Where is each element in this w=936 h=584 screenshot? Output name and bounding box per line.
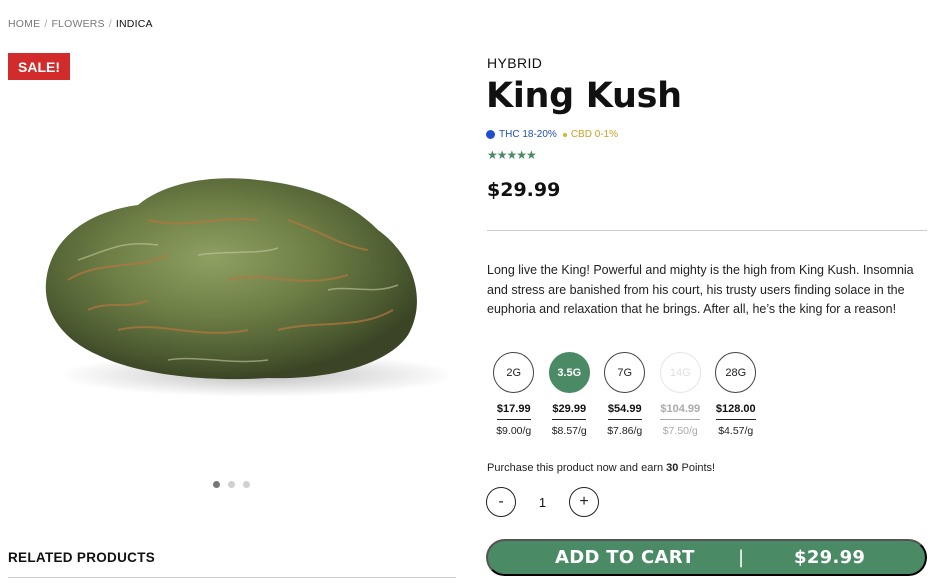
weight-price-per-gram: $7.50/g	[662, 425, 698, 437]
weight-option-3-5g: 3.5G $29.99 $8.57/g	[542, 352, 598, 437]
carousel-dots	[213, 481, 250, 488]
divider	[487, 230, 927, 231]
weight-price: $104.99	[660, 403, 701, 420]
weight-price: $29.99	[552, 403, 587, 420]
breadcrumb-separator: /	[44, 18, 48, 30]
weight-button: 14G	[659, 352, 701, 393]
add-to-cart-button[interactable]: ADD TO CART | $29.99	[486, 539, 927, 576]
breadcrumb-separator: /	[108, 18, 112, 30]
weight-option-14g: 14G $104.99 $7.50/g	[653, 352, 709, 437]
product-image[interactable]	[28, 160, 448, 410]
carousel-dot[interactable]	[228, 481, 235, 488]
cbd-info: CBD 0-1%	[562, 129, 619, 140]
breadcrumb-current: INDICA	[115, 18, 153, 30]
carousel-dot[interactable]	[243, 481, 250, 488]
cbd-dot-icon	[562, 132, 567, 137]
product-price: $29.99	[487, 179, 561, 201]
weight-price-per-gram: $8.57/g	[551, 425, 587, 437]
thc-dot-icon	[486, 130, 495, 139]
related-products-heading: RELATED PRODUCTS	[8, 550, 156, 565]
points-suffix: Points!	[681, 462, 716, 474]
quantity-value[interactable]: 1	[516, 495, 569, 510]
weight-price-per-gram: $7.86/g	[607, 425, 643, 437]
carousel-dot[interactable]	[213, 481, 220, 488]
breadcrumb-home[interactable]: HOME	[8, 18, 40, 30]
weight-button[interactable]: 28G	[715, 352, 757, 393]
weight-option-7g: 7G $54.99 $7.86/g	[597, 352, 653, 437]
weight-price-per-gram: $9.00/g	[496, 425, 532, 437]
quantity-stepper: - 1 +	[486, 487, 599, 517]
breadcrumb-flowers[interactable]: FLOWERS	[51, 18, 104, 30]
weight-price-per-gram: $4.57/g	[718, 425, 754, 437]
weight-price: $128.00	[715, 403, 756, 420]
increase-quantity-button[interactable]: +	[569, 487, 599, 517]
add-to-cart-separator: |	[738, 547, 745, 568]
product-description: Long live the King! Powerful and mighty …	[487, 263, 914, 316]
add-to-cart-label: ADD TO CART	[555, 547, 695, 568]
weight-price: $54.99	[607, 403, 642, 420]
reward-points-text: Purchase this product now and earn 30 Po…	[487, 462, 715, 474]
weight-button[interactable]: 3.5G	[548, 352, 590, 393]
product-title: King Kush	[486, 76, 682, 116]
weight-option-28g: 28G $128.00 $4.57/g	[708, 352, 764, 437]
weight-price: $17.99	[496, 403, 531, 420]
thc-label: THC 18-20%	[499, 129, 557, 140]
weight-button[interactable]: 7G	[604, 352, 646, 393]
thc-info: THC 18-20%	[486, 129, 557, 140]
cbd-label: CBD 0-1%	[570, 129, 619, 140]
breadcrumb: HOME / FLOWERS / INDICA	[8, 18, 153, 30]
decrease-quantity-button[interactable]: -	[486, 487, 516, 517]
cannabinoid-info: THC 18-20% CBD 0-1%	[486, 129, 618, 140]
points-value: 30	[666, 462, 679, 474]
weight-button[interactable]: 2G	[493, 352, 535, 393]
weight-option-2g: 2G $17.99 $9.00/g	[486, 352, 542, 437]
add-to-cart-price: $29.99	[794, 547, 866, 568]
sale-badge: SALE!	[8, 53, 70, 80]
strain-type: HYBRID	[487, 55, 543, 71]
weight-options: 2G $17.99 $9.00/g 3.5G $29.99 $8.57/g 7G…	[486, 352, 764, 437]
rating-stars-icon: ★★★★★	[487, 148, 537, 162]
divider	[8, 577, 456, 578]
points-prefix: Purchase this product now and earn	[487, 462, 664, 474]
